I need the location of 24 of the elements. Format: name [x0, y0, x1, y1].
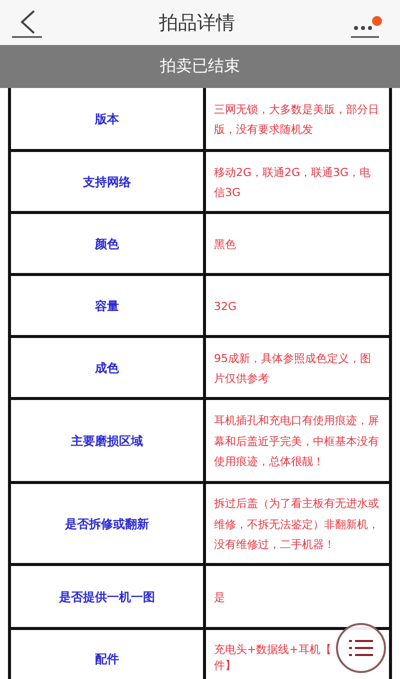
attribute-label: 容量 [95, 299, 119, 313]
attribute-label: 支持网络 [83, 175, 131, 189]
menu-icon [349, 639, 373, 657]
attribute-value: 拆过后盖（为了看主板有无进水或维修，不拆无法鉴定）非翻新机，没有维修过，二手机器！ [214, 497, 379, 552]
attribute-value: 充电头+数据线+耳机【 [214, 642, 332, 658]
attribute-value: 95成新，具体参照成色定义，图片仅供参考 [214, 352, 371, 385]
attribute-label: 配件 [95, 652, 119, 666]
back-icon[interactable] [10, 8, 44, 38]
attribute-value: 黑色 [214, 238, 236, 251]
attribute-value: 移动2G，联通2G，联通3G，电信3G [214, 166, 371, 199]
attribute-value: 是 [214, 590, 225, 604]
auction-ended-banner: 拍卖已结束 [0, 45, 400, 88]
attribute-label: 是否提供一机一图 [59, 590, 155, 604]
attribute-value: 32G [214, 300, 237, 313]
attribute-value: 三网无锁，大多数是美版，部分日版，没有要求随机发 [214, 102, 379, 136]
menu-button[interactable] [336, 623, 386, 673]
attribute-value: 耳机插孔和充电口有使用痕迹，屏幕和后盖近乎完美，中框基本没有使用痕迹，总体很靓！ [214, 414, 379, 468]
attribute-label: 主要磨损区域 [71, 434, 143, 448]
attribute-label: 版本 [95, 112, 119, 126]
attribute-label: 成色 [95, 361, 119, 375]
attribute-label: 是否拆修或翻新 [65, 517, 149, 531]
page-title: 拍品详情 [159, 10, 235, 36]
attribute-label: 颜色 [95, 237, 119, 251]
attribute-value: 件】 [214, 658, 236, 674]
